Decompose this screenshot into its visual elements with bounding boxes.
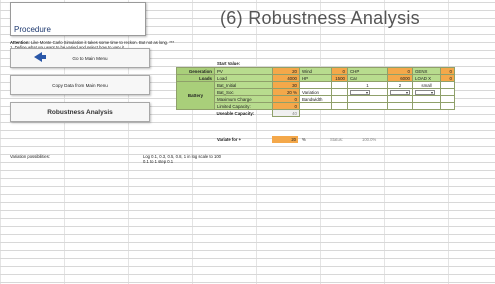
variation-select-3-cell [412, 88, 441, 96]
start-value-label: Start Value: [217, 61, 241, 66]
empty-cell [177, 110, 215, 117]
max-charge-label: Maximum Charge [214, 95, 273, 103]
table-row-generation: Generation PV 20 Wind 0 CHP 0 GENX 0 [176, 67, 455, 75]
usable-capacity-label: Useable Capacity: [216, 110, 255, 116]
car-value-cell[interactable]: 6000 [387, 74, 413, 82]
variate-label: Variate for + [217, 137, 242, 142]
status-label: Status: [330, 137, 344, 142]
limited-capacity-label: Limited Capacity: [214, 102, 273, 110]
chp-value-cell[interactable]: 0 [387, 67, 413, 75]
bat-initial-label: Bat_Initial [214, 81, 273, 89]
empty-cell [331, 102, 348, 110]
bat-soc-value-cell[interactable]: 20 % [272, 88, 300, 96]
variation-possibilities-label: Variation possibilities: [10, 154, 50, 159]
status-value: 100.0% [362, 137, 377, 142]
copy-data-button[interactable]: Copy Data from Main Renu [10, 75, 150, 95]
table-row-max-charge: Maximum Charge 0 Bandwidth [177, 95, 455, 103]
bat-soc-value: 20 [286, 89, 292, 95]
genx-label: GENX [412, 67, 441, 75]
empty-cell [331, 88, 348, 96]
empty-cell [331, 95, 348, 103]
variation-select-2-cell [387, 88, 413, 96]
empty-cell [387, 95, 413, 103]
variation-select-1[interactable] [350, 89, 370, 95]
car-label: Car [347, 74, 388, 82]
robustness-button-label: Robustness Analysis [47, 108, 113, 116]
robustness-analysis-button[interactable]: Robustness Analysis [10, 102, 150, 122]
load-value-cell[interactable]: 4000 [272, 74, 300, 82]
pv-value-cell[interactable]: 20 [272, 67, 300, 75]
empty-cell [347, 102, 388, 110]
variate-unit: % [302, 137, 306, 142]
empty-cell [347, 95, 388, 103]
loadx-value-cell[interactable]: 0 [440, 74, 455, 82]
empty-cell [299, 81, 332, 89]
genx-value-cell[interactable]: 0 [440, 67, 455, 75]
procedure-label: Procedure [14, 25, 51, 34]
wind-value-cell[interactable]: 0 [331, 67, 348, 75]
load-label: Load [214, 74, 273, 82]
pv-label: PV [214, 67, 273, 75]
variation-select-2[interactable] [390, 89, 410, 95]
usable-capacity-value: 40 [272, 109, 300, 117]
table-row-limited-capacity: Limited Capacity: 0 [177, 102, 455, 110]
table-row-bat-soc: Bat_Soc 20 % Variation [177, 88, 455, 96]
empty-cell [412, 102, 441, 110]
bat-soc-unit: % [293, 89, 297, 95]
back-arrow-tail-icon [41, 55, 46, 59]
page-title: (6) Robustness Analysis [220, 8, 420, 28]
hp-label: HP [299, 74, 332, 82]
loadx-label: LOAD X [412, 74, 441, 82]
main-menu-button-label: Go to Main Menu [72, 55, 108, 61]
bat-initial-value-cell[interactable]: 30 [272, 81, 300, 89]
empty-cell [412, 95, 441, 103]
empty-cell [440, 88, 455, 96]
battery-label: Battery [176, 81, 215, 110]
max-charge-value-cell[interactable]: 0 [272, 95, 300, 103]
empty-cell [440, 81, 455, 89]
generation-label: Generation [176, 67, 215, 75]
procedure-panel[interactable]: Procedure [10, 2, 146, 36]
empty-cell [440, 95, 455, 103]
empty-cell [331, 81, 348, 89]
wind-label: Wind [299, 67, 332, 75]
table-row-loads: Loads Load 4000 HP 1500 Car 6000 LOAD X … [176, 74, 455, 82]
go-to-main-menu-button[interactable]: Go to Main Menu [10, 48, 150, 68]
empty-cell [440, 102, 455, 110]
variation-select-1-cell [347, 88, 388, 96]
variation-possibility-2: 0.1 to 1 step 0.1 [143, 159, 174, 164]
table-row-usable-capacity: Useable Capacity: 40 [177, 109, 455, 117]
variate-value-cell[interactable]: 20 [272, 136, 298, 143]
column-3-header: small [412, 81, 441, 89]
loads-label: Loads [176, 74, 215, 82]
empty-cell [387, 102, 413, 110]
parameter-table: Generation PV 20 Wind 0 CHP 0 GENX 0 Loa… [176, 67, 455, 117]
chp-label: CHP [347, 67, 388, 75]
empty-cell [299, 102, 332, 110]
column-2-header: 2 [387, 81, 413, 89]
table-row-bat-initial: Battery Bat_Initial 30 1 2 small [176, 81, 455, 110]
variation-select-3[interactable] [415, 89, 435, 95]
hp-value-cell[interactable]: 1500 [331, 74, 348, 82]
copy-data-button-label: Copy Data from Main Renu [52, 82, 108, 88]
column-1-header: 1 [347, 81, 388, 89]
bat-soc-label: Bat_Soc [214, 88, 273, 96]
limited-capacity-value-cell[interactable]: 0 [272, 102, 300, 110]
variation-label: Variation [299, 88, 332, 96]
bandwidth-label: Bandwidth [299, 95, 332, 103]
